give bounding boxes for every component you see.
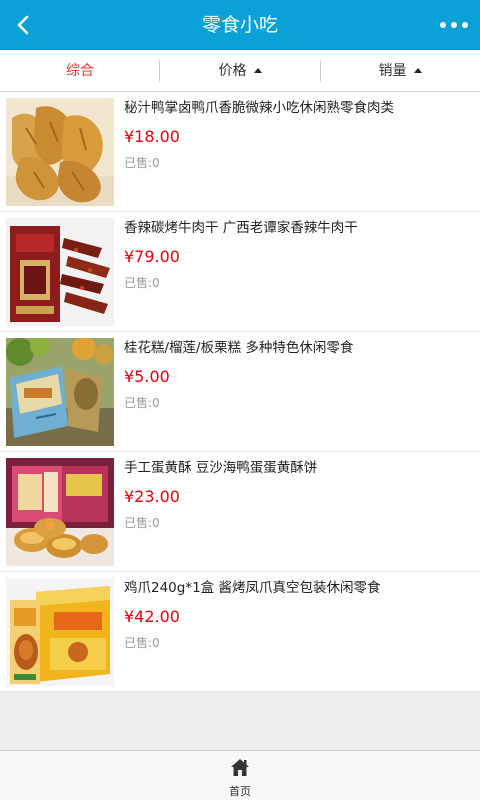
product-sold-count: 已售:0 (124, 276, 160, 290)
sort-tab-label: 销量 (378, 63, 407, 79)
sort-tab-label: 价格 (218, 63, 247, 79)
product-item[interactable]: 秘汁鸭掌卤鸭爪香脆微辣小吃休闲熟零食肉类 ¥18.00 已售:0 (0, 92, 480, 212)
product-name: 秘汁鸭掌卤鸭爪香脆微辣小吃休闲熟零食肉类 (124, 100, 394, 116)
product-item[interactable]: 香辣碳烤牛肉干 广西老谭家香辣牛肉干 ¥79.00 已售:0 (0, 212, 480, 332)
bottom-nav: 首页 (0, 750, 480, 800)
sort-tab-default[interactable]: 综合 (0, 50, 160, 92)
product-name: 手工蛋黄酥 豆沙海鸭蛋蛋黄酥饼 (124, 460, 318, 476)
triangle-up-icon (413, 68, 422, 73)
product-image (6, 338, 114, 446)
product-image (6, 578, 114, 686)
app-header: 零食小吃 (0, 0, 480, 50)
more-dots-icon (451, 22, 457, 28)
more-dots-icon (462, 22, 468, 28)
product-item[interactable]: 手工蛋黄酥 豆沙海鸭蛋蛋黄酥饼 ¥23.00 已售:0 (0, 452, 480, 572)
home-icon (231, 759, 249, 776)
product-list: 秘汁鸭掌卤鸭爪香脆微辣小吃休闲熟零食肉类 ¥18.00 已售:0 香辣碳烤牛肉干… (0, 92, 480, 692)
product-image (6, 98, 114, 206)
nav-home-label: 首页 (229, 785, 251, 798)
product-name: 鸡爪240g*1盒 酱烤凤爪真空包装休闲零食 (124, 580, 381, 596)
product-name: 香辣碳烤牛肉干 广西老谭家香辣牛肉干 (124, 220, 358, 236)
product-name: 桂花糕/榴莲/板栗糕 多种特色休闲零食 (124, 340, 354, 356)
product-price: ¥23.00 (124, 487, 180, 506)
sort-tab-price[interactable]: 价格 (160, 50, 320, 92)
product-price: ¥42.00 (124, 607, 180, 626)
product-image (6, 458, 114, 566)
sort-bar: 综合 价格 销量 (0, 50, 480, 92)
page-title: 零食小吃 (201, 14, 278, 36)
product-item[interactable]: 鸡爪240g*1盒 酱烤凤爪真空包装休闲零食 ¥42.00 已售:0 (0, 572, 480, 692)
sort-tab-label: 综合 (66, 63, 94, 79)
product-sold-count: 已售:0 (124, 636, 160, 650)
product-price: ¥18.00 (124, 127, 180, 146)
product-image (6, 218, 114, 326)
product-item[interactable]: 桂花糕/榴莲/板栗糕 多种特色休闲零食 ¥5.00 已售:0 (0, 332, 480, 452)
triangle-up-icon (253, 68, 262, 73)
product-sold-count: 已售:0 (124, 516, 160, 530)
product-price: ¥79.00 (124, 247, 180, 266)
product-sold-count: 已售:0 (124, 396, 160, 410)
product-sold-count: 已售:0 (124, 156, 160, 170)
product-price: ¥5.00 (124, 367, 170, 386)
sort-tab-sales[interactable]: 销量 (320, 50, 480, 92)
more-dots-icon (440, 22, 446, 28)
nav-home-button[interactable]: 首页 (205, 751, 275, 800)
more-button[interactable] (440, 12, 468, 38)
